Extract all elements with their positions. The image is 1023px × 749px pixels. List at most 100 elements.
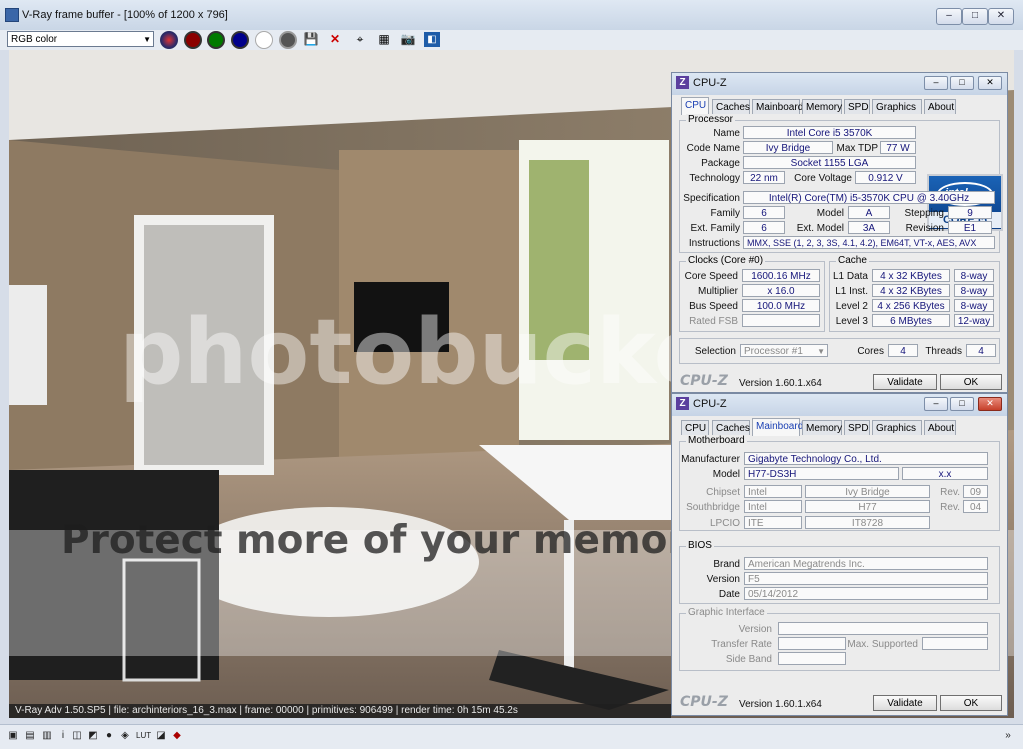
bios-legend: BIOS — [686, 540, 714, 551]
processor-select[interactable]: Processor #1 ▼ — [740, 344, 828, 357]
cpuz-title: CPU-Z — [693, 77, 727, 89]
family-value: 6 — [743, 206, 785, 219]
stepping-value: 9 — [948, 206, 992, 219]
cpuz-cpu-window: Z CPU-Z – □ ✕ CPU Caches Mainboard Memor… — [671, 72, 1008, 393]
mono-channel-icon[interactable] — [279, 31, 297, 49]
threads-label: Threads — [925, 346, 962, 357]
tab-spd[interactable]: SPD — [844, 420, 870, 435]
l1-inst-label: L1 Inst. — [835, 286, 868, 297]
gi-max-supported-label: Max. Supported — [847, 639, 918, 650]
selection-label: Selection — [694, 346, 736, 357]
bios-brand-label: Brand — [713, 559, 740, 570]
l1-inst-ways: 8-way — [954, 284, 994, 297]
info-panel-icon[interactable]: ▤ — [25, 731, 35, 741]
link-to-vfb-icon[interactable]: ◧ — [424, 32, 440, 47]
tab-memory[interactable]: Memory — [802, 99, 842, 114]
close-button[interactable]: ✕ — [978, 76, 1002, 90]
exposure-icon[interactable]: ● — [104, 731, 114, 741]
ext-family-value: 6 — [743, 221, 785, 234]
level2-value: 4 x 256 KBytes — [872, 299, 950, 312]
channel-select[interactable]: RGB color ▼ — [7, 31, 154, 47]
tab-graphics[interactable]: Graphics — [872, 420, 922, 435]
gi-side-band-label: Side Band — [725, 654, 772, 665]
lut-icon[interactable]: LUT — [136, 731, 151, 741]
codename-label: Code Name — [686, 143, 740, 154]
multiplier-label: Multiplier — [697, 286, 738, 297]
close-button[interactable]: ✕ — [978, 397, 1002, 411]
tab-mainboard[interactable]: Mainboard — [752, 418, 803, 436]
tab-mainboard[interactable]: Mainboard — [752, 99, 803, 114]
revision-label: Revision — [905, 223, 944, 234]
core-voltage-value: 0.912 V — [855, 171, 916, 184]
info-icon[interactable]: i — [58, 731, 68, 741]
cores-label: Cores — [857, 346, 884, 357]
tab-cpu[interactable]: CPU — [681, 97, 709, 115]
maximize-button[interactable]: □ — [962, 8, 988, 25]
maximize-button[interactable]: □ — [950, 76, 974, 90]
rgb-channels-icon[interactable] — [160, 31, 178, 49]
region-render-icon[interactable]: ▦ — [376, 32, 392, 47]
southbridge-rev-value: 04 — [963, 500, 988, 513]
cpuz-logo-icon: Z — [676, 76, 689, 89]
southbridge-rev-label: Rev. — [940, 502, 960, 513]
blue-channel-icon[interactable] — [231, 31, 249, 49]
minimize-button[interactable]: – — [924, 76, 948, 90]
tab-spd[interactable]: SPD — [844, 99, 870, 114]
minimize-button[interactable]: – — [936, 8, 962, 25]
alpha-channel-icon[interactable] — [255, 31, 273, 49]
cpuz-brand: CPU-Z — [680, 373, 728, 389]
rated-fsb-label: Rated FSB — [689, 316, 738, 327]
maximize-button[interactable]: □ — [950, 397, 974, 411]
package-label: Package — [701, 158, 740, 169]
lpcio-value: IT8728 — [805, 516, 930, 529]
model-revision-value: x.x — [902, 467, 988, 480]
overexposed-icon[interactable]: ◆ — [172, 731, 182, 741]
save-icon[interactable]: 💾 — [303, 32, 319, 47]
validate-button[interactable]: Validate — [873, 374, 937, 390]
rated-fsb-value — [742, 314, 820, 327]
bios-brand-value: American Megatrends Inc. — [744, 557, 988, 570]
gi-max-supported-value — [922, 637, 988, 650]
codename-value: Ivy Bridge — [743, 141, 833, 154]
chevron-down-icon: ▼ — [143, 35, 151, 44]
l1-inst-value: 4 x 32 KBytes — [872, 284, 950, 297]
minimize-button[interactable]: – — [924, 397, 948, 411]
pixel-info-icon[interactable]: ▥ — [42, 731, 52, 741]
render-last-icon[interactable]: 📷 — [400, 32, 416, 47]
threads-value: 4 — [966, 344, 996, 357]
maxtdp-label: Max TDP — [836, 143, 879, 154]
clamp-icon[interactable]: ◪ — [156, 731, 166, 741]
gi-transfer-rate-value — [778, 637, 846, 650]
color-corrections-icon[interactable]: ▣ — [8, 731, 18, 741]
tab-memory[interactable]: Memory — [802, 420, 842, 435]
watermark-photobucket: photobucket — [119, 300, 758, 405]
srgb-icon[interactable]: ◈ — [120, 731, 130, 741]
clear-icon[interactable]: ✕ — [327, 32, 343, 47]
ok-button[interactable]: OK — [940, 695, 1002, 711]
green-channel-icon[interactable] — [207, 31, 225, 49]
levels-icon[interactable]: ◫ — [72, 731, 82, 741]
tab-cpu[interactable]: CPU — [681, 420, 709, 435]
gi-version-label: Version — [738, 624, 772, 635]
selection-panel: Selection Processor #1 ▼ Cores 4 Threads … — [679, 338, 1000, 364]
tab-about[interactable]: About — [924, 420, 956, 435]
ext-model-value: 3A — [848, 221, 890, 234]
track-mouse-icon[interactable]: ⌖ — [352, 32, 368, 47]
cache-panel: Cache L1 Data 4 x 32 KBytes 8-way L1 Ins… — [829, 255, 1000, 332]
red-channel-icon[interactable] — [184, 31, 202, 49]
ok-button[interactable]: OK — [940, 374, 1002, 390]
close-button[interactable]: ✕ — [988, 8, 1014, 25]
technology-label: Technology — [689, 173, 740, 184]
validate-button[interactable]: Validate — [873, 695, 937, 711]
graphic-interface-legend: Graphic Interface — [686, 607, 767, 618]
tab-about[interactable]: About — [924, 99, 956, 114]
processor-legend: Processor — [686, 114, 736, 125]
cpuz-mainboard-window: Z CPU-Z – □ ✕ CPU Caches Mainboard Memor… — [671, 393, 1008, 716]
expand-icon[interactable]: » — [1003, 731, 1013, 741]
core-speed-value: 1600.16 MHz — [742, 269, 820, 282]
curve-icon[interactable]: ◩ — [88, 731, 98, 741]
tab-graphics[interactable]: Graphics — [872, 99, 922, 114]
graphic-interface-panel: Graphic Interface Version Transfer Rate … — [679, 607, 1000, 671]
tab-caches[interactable]: Caches — [712, 420, 750, 435]
tab-caches[interactable]: Caches — [712, 99, 750, 114]
